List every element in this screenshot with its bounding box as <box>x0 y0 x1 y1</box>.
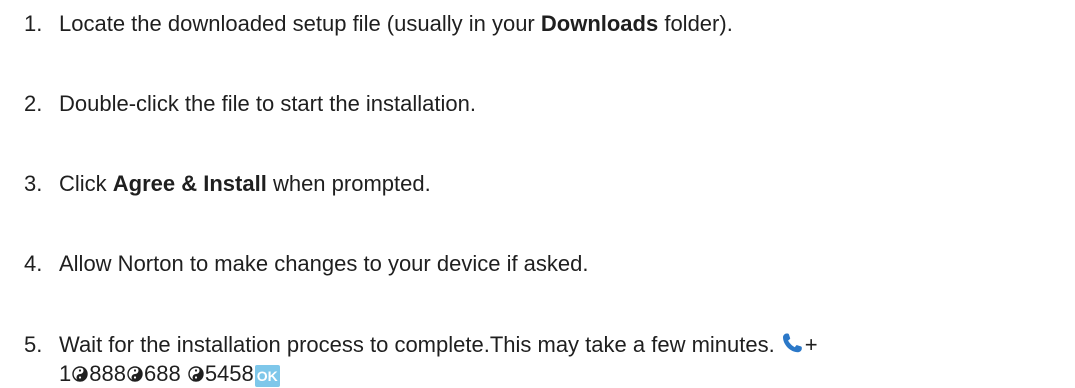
step-5: 5. Wait for the installation process to c… <box>24 331 1055 388</box>
phone-part-4: 5458 <box>204 361 254 386</box>
step-number: 1. <box>24 11 43 36</box>
step-number: 2. <box>24 91 43 116</box>
step-1: 1. Locate the downloaded setup file (usua… <box>24 10 1055 38</box>
step-text-end: folder). <box>658 11 733 36</box>
step-number: 3. <box>24 171 43 196</box>
phone-icon <box>781 332 805 354</box>
step-text: Double-click the file to start the insta… <box>59 91 476 116</box>
phone-part-3: 688 <box>143 361 181 386</box>
step-text-end: when prompted. <box>266 171 431 196</box>
yin-yang-icon <box>72 366 88 382</box>
step-2: 2. Double-click the file to start the ins… <box>24 90 1055 118</box>
step-text: Click <box>59 171 113 196</box>
step-emphasis: Agree & Install <box>112 171 267 196</box>
phone-part-1: 1 <box>59 361 72 386</box>
step-3: 3. Click Agree & Install when prompted. <box>24 170 1055 198</box>
step-text: Allow Norton to make changes to your dev… <box>59 251 589 276</box>
step-4: 4. Allow Norton to make changes to your d… <box>24 250 1055 278</box>
phone-plus: + <box>804 332 818 357</box>
step-text: Locate the downloaded setup file (usuall… <box>59 11 541 36</box>
step-number: 5. <box>24 332 43 357</box>
installation-steps-list: 1. Locate the downloaded setup file (usua… <box>0 0 1075 388</box>
step-text: Wait for the installation process to com… <box>59 332 775 357</box>
step-number: 4. <box>24 251 43 276</box>
phone-number: 1 888 688 5458 OK <box>59 360 1055 388</box>
yin-yang-icon <box>127 366 143 382</box>
yin-yang-icon <box>188 366 204 382</box>
phone-part-2: 888 <box>89 361 126 386</box>
ok-badge-icon: OK <box>254 365 280 387</box>
step-emphasis: Downloads <box>540 11 659 36</box>
